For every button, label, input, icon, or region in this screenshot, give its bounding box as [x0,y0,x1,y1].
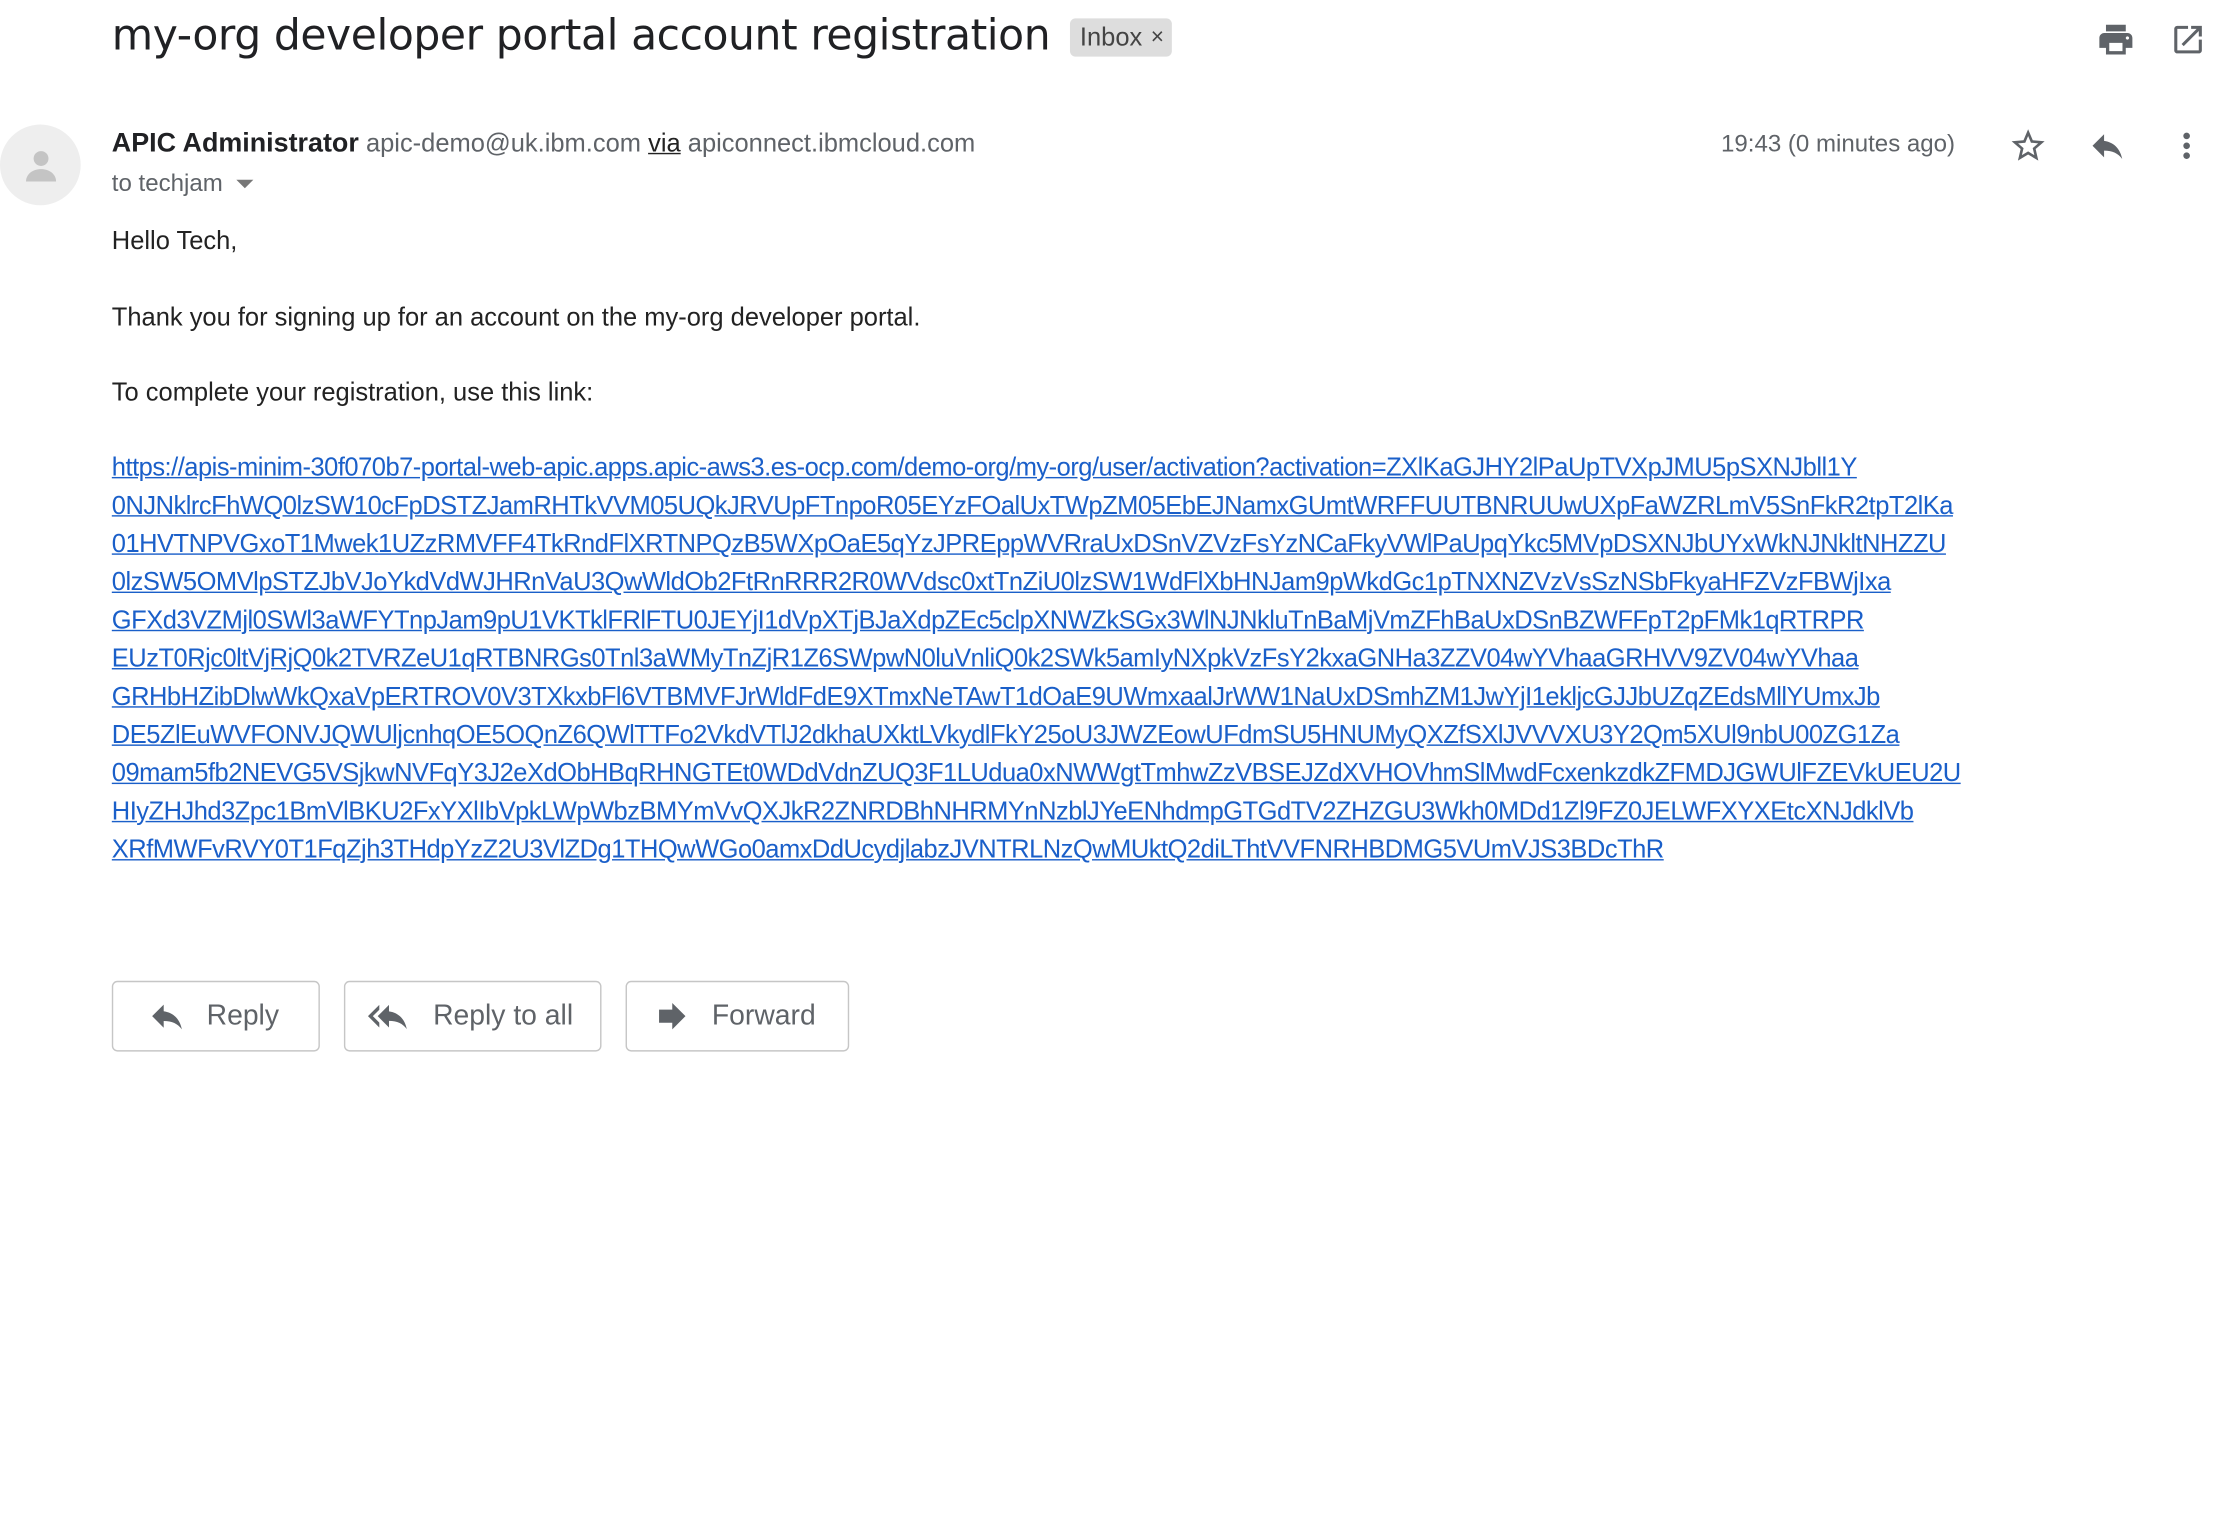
forward-icon [652,996,692,1036]
body-line-2: To complete your registration, use this … [111,377,594,407]
activation-link-line[interactable]: 0NJNklrcFhWQ0lzSW10cFpDSTZJamRHTkVVM05UQ… [112,490,2093,528]
activation-link-line[interactable]: DE5ZlEuWVFONVJQWUljcnhqOE5OQnZ6QWlTTFo2V… [112,719,2093,757]
forward-button[interactable]: Forward [625,980,850,1052]
activation-link-line[interactable]: 0lzSW5OMVlpSTZJbVJoYkdVdWJHRnVaU3QwWldOb… [112,566,2093,604]
reply-all-button-label: Reply to all [433,999,574,1032]
email-view: my-org developer portal account registra… [0,0,2219,1071]
remove-label-icon[interactable]: × [1151,25,1164,50]
body-line-1: Thank you for signing up for an account … [111,302,921,332]
reply-button-label: Reply [206,999,280,1032]
via-link[interactable]: via [648,129,681,157]
activation-link-line[interactable]: 09mam5fb2NEVG5VSjkwNVFqY3J2eXdObHBqRHNGT… [112,757,2093,795]
activation-link-line[interactable]: https://apis-minim-30f070b7-portal-web-a… [112,451,2093,489]
activation-link-line[interactable]: GRHbHZibDlwWkQxaVpERTROV0V3TXkxbFl6VTBMV… [112,681,2093,719]
print-icon[interactable] [2095,18,2137,60]
inbox-label-chip[interactable]: Inbox × [1070,18,1173,57]
open-new-window-icon[interactable] [2167,18,2209,60]
reply-all-icon [367,996,413,1036]
person-icon [25,150,56,181]
activation-link-line[interactable]: XRfMWFvRVY0T1FqZjh3THdpYzZ2U3VlZDg1THQwW… [112,834,2093,872]
reply-button[interactable]: Reply [111,980,320,1052]
recipient-text: to techjam [111,169,223,197]
more-vert-icon[interactable] [2165,125,2207,167]
activation-link-line[interactable]: HIyZHJhd3Zpc1BmVlBKU2FxYXlIbVpkLWpWbzBMY… [112,795,2093,833]
reply-button-icon [147,996,187,1036]
show-details-caret-icon[interactable] [236,179,254,189]
recipient-line: to techjam [112,170,254,198]
reply-icon[interactable] [2086,125,2128,167]
activation-link[interactable]: https://apis-minim-30f070b7-portal-web-a… [112,451,2093,871]
sender-line: APIC Administrator apic-demo@uk.ibm.com … [112,129,975,160]
star-icon[interactable] [2007,125,2049,167]
reply-all-button[interactable]: Reply to all [343,980,602,1052]
sender-email: apic-demo@uk.ibm.com [365,128,641,158]
label-chip-text: Inbox [1079,22,1143,51]
greeting-text: Hello Tech, [111,226,238,255]
forward-button-label: Forward [711,999,816,1032]
message-timestamp: 19:43 (0 minutes ago) [1721,130,1956,158]
activation-link-line[interactable]: EUzT0Rjc0ltVjRjQ0k2TVRZeU1qRTBNRGs0Tnl3a… [112,643,2093,681]
activation-link-line[interactable]: GFXd3VZMjl0SWl3aWFYTnpJam9pU1VKTklFRlFTU… [112,604,2093,642]
activation-link-line[interactable]: 01HVTNPVGxoT1Mwek1UZzRMVFF4TkRndFlXRTNPQ… [112,528,2093,566]
subject-row: my-org developer portal account registra… [112,11,1173,61]
sender-avatar[interactable] [0,124,81,206]
sender-name[interactable]: APIC Administrator [112,129,359,159]
via-domain: apiconnect.ibmcloud.com [687,128,976,158]
email-subject: my-org developer portal account registra… [111,11,1051,61]
